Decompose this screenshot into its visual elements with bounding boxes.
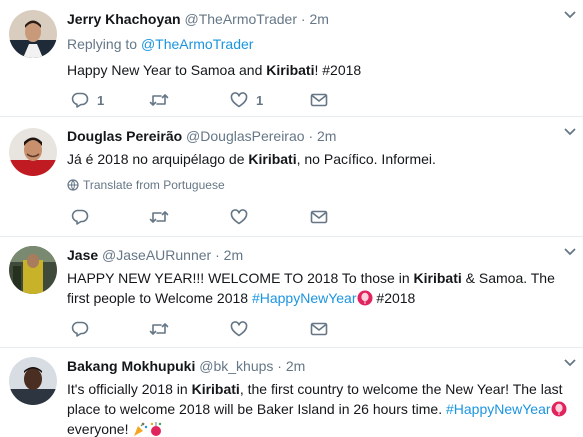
like-button[interactable]: 1 (230, 90, 263, 110)
reply-button[interactable]: 1 (71, 90, 104, 110)
reply-icon (71, 92, 89, 108)
like-button[interactable] (230, 319, 248, 339)
replying-handle-link[interactable]: @TheArmoTrader (141, 36, 254, 52)
translate-label: Translate from Portuguese (83, 178, 225, 192)
text-bold: Kiribati (191, 381, 240, 397)
tweet-actions: 1 1 (67, 90, 337, 110)
text-part: everyone! (67, 421, 133, 437)
timestamp[interactable]: 2m (286, 358, 305, 374)
separator-dot: · (300, 11, 306, 27)
text-bold: Kiribati (266, 62, 315, 78)
direct-message-button[interactable] (310, 319, 328, 339)
retweet-button[interactable] (149, 319, 169, 339)
tweet-actions (67, 207, 337, 227)
separator-dot: · (215, 247, 220, 263)
avatar[interactable] (9, 10, 57, 58)
globe-icon (67, 179, 79, 191)
reply-button[interactable] (71, 319, 89, 339)
text-part: Happy New Year to Samoa and (67, 62, 267, 78)
tweet-header: Douglas Pereirão @DouglasPereirao · 2m (67, 127, 573, 145)
retweet-button[interactable] (149, 207, 169, 227)
tweet[interactable]: Jase @JaseAURunner · 2m HAPPY NEW YEAR!!… (0, 237, 583, 348)
envelope-icon (310, 93, 328, 107)
display-name[interactable]: Jerry Khachoyan (67, 11, 181, 27)
reply-button[interactable] (71, 207, 89, 227)
replying-prefix: Replying to (67, 36, 141, 52)
avatar[interactable] (9, 357, 57, 405)
confetti-ball-icon (151, 422, 162, 436)
tweet[interactable]: Bakang Mokhupuki @bk_khups · 2m It's off… (0, 348, 583, 437)
timestamp[interactable]: 2m (317, 128, 336, 144)
retweet-icon (149, 323, 169, 335)
timestamp[interactable]: 2m (224, 247, 243, 263)
text-part: ! #2018 (314, 62, 362, 78)
tweet-actions (67, 319, 337, 339)
direct-message-button[interactable] (310, 90, 328, 110)
text-part: It's officially 2018 in (67, 381, 192, 397)
retweet-icon (149, 94, 169, 106)
timestamp[interactable]: 2m (309, 11, 328, 27)
tweet[interactable]: Douglas Pereirão @DouglasPereirao · 2m J… (0, 117, 583, 237)
user-handle[interactable]: @JaseAURunner (102, 247, 211, 263)
text-part: Já é 2018 no arquipélago de (67, 151, 249, 167)
tweet-header: Bakang Mokhupuki @bk_khups · 2m (67, 357, 573, 375)
like-button[interactable] (230, 207, 248, 227)
user-handle[interactable]: @bk_khups (199, 358, 273, 374)
balloon-icon (551, 401, 567, 417)
hashtag-link[interactable]: #HappyNewYear (252, 290, 357, 306)
user-handle[interactable]: @DouglasPereirao (186, 128, 305, 144)
tweet-text: It's officially 2018 in Kiribati, the fi… (67, 379, 573, 437)
display-name[interactable]: Jase (67, 247, 98, 263)
reply-count: 1 (97, 92, 105, 108)
tweet-text: HAPPY NEW YEAR!!! WELCOME TO 2018 To tho… (67, 268, 573, 308)
display-name[interactable]: Bakang Mokhupuki (67, 358, 195, 374)
text-bold: Kiribati (248, 151, 297, 167)
tweet[interactable]: Jerry Khachoyan @TheArmoTrader · 2m Repl… (0, 0, 583, 117)
text-part: , no Pacífico. Informei. (296, 151, 436, 167)
party-popper-icon (134, 422, 148, 436)
heart-icon (230, 321, 248, 337)
user-handle[interactable]: @TheArmoTrader (185, 11, 298, 27)
separator-dot: · (277, 358, 282, 374)
envelope-icon (310, 322, 328, 336)
heart-icon (230, 92, 248, 108)
separator-dot: · (308, 128, 314, 144)
text-part: HAPPY NEW YEAR!!! WELCOME TO 2018 To tho… (67, 270, 414, 286)
display-name[interactable]: Douglas Pereirão (67, 128, 182, 144)
tweet-feed: Jerry Khachoyan @TheArmoTrader · 2m Repl… (0, 0, 583, 437)
text-bold: Kiribati (413, 270, 462, 286)
balloon-icon (357, 290, 373, 306)
text-part: #2018 (372, 290, 416, 306)
tweet-header: Jase @JaseAURunner · 2m (67, 246, 573, 264)
tweet-text: Já é 2018 no arquipélago de Kiribati, no… (67, 149, 573, 169)
replying-to: Replying to @TheArmoTrader (67, 35, 573, 53)
translate-link[interactable]: Translate from Portuguese (67, 177, 573, 193)
avatar[interactable] (9, 128, 57, 176)
tweet-text: Happy New Year to Samoa and Kiribati! #2… (67, 60, 573, 80)
retweet-button[interactable] (149, 90, 177, 110)
heart-icon (230, 209, 248, 225)
hashtag-link[interactable]: #HappyNewYear (446, 401, 551, 417)
envelope-icon (310, 210, 328, 224)
tweet-header: Jerry Khachoyan @TheArmoTrader · 2m (67, 10, 573, 28)
like-count: 1 (256, 92, 264, 108)
direct-message-button[interactable] (310, 207, 328, 227)
avatar[interactable] (9, 246, 57, 294)
retweet-icon (149, 211, 169, 223)
reply-icon (71, 209, 89, 225)
reply-icon (71, 321, 89, 337)
